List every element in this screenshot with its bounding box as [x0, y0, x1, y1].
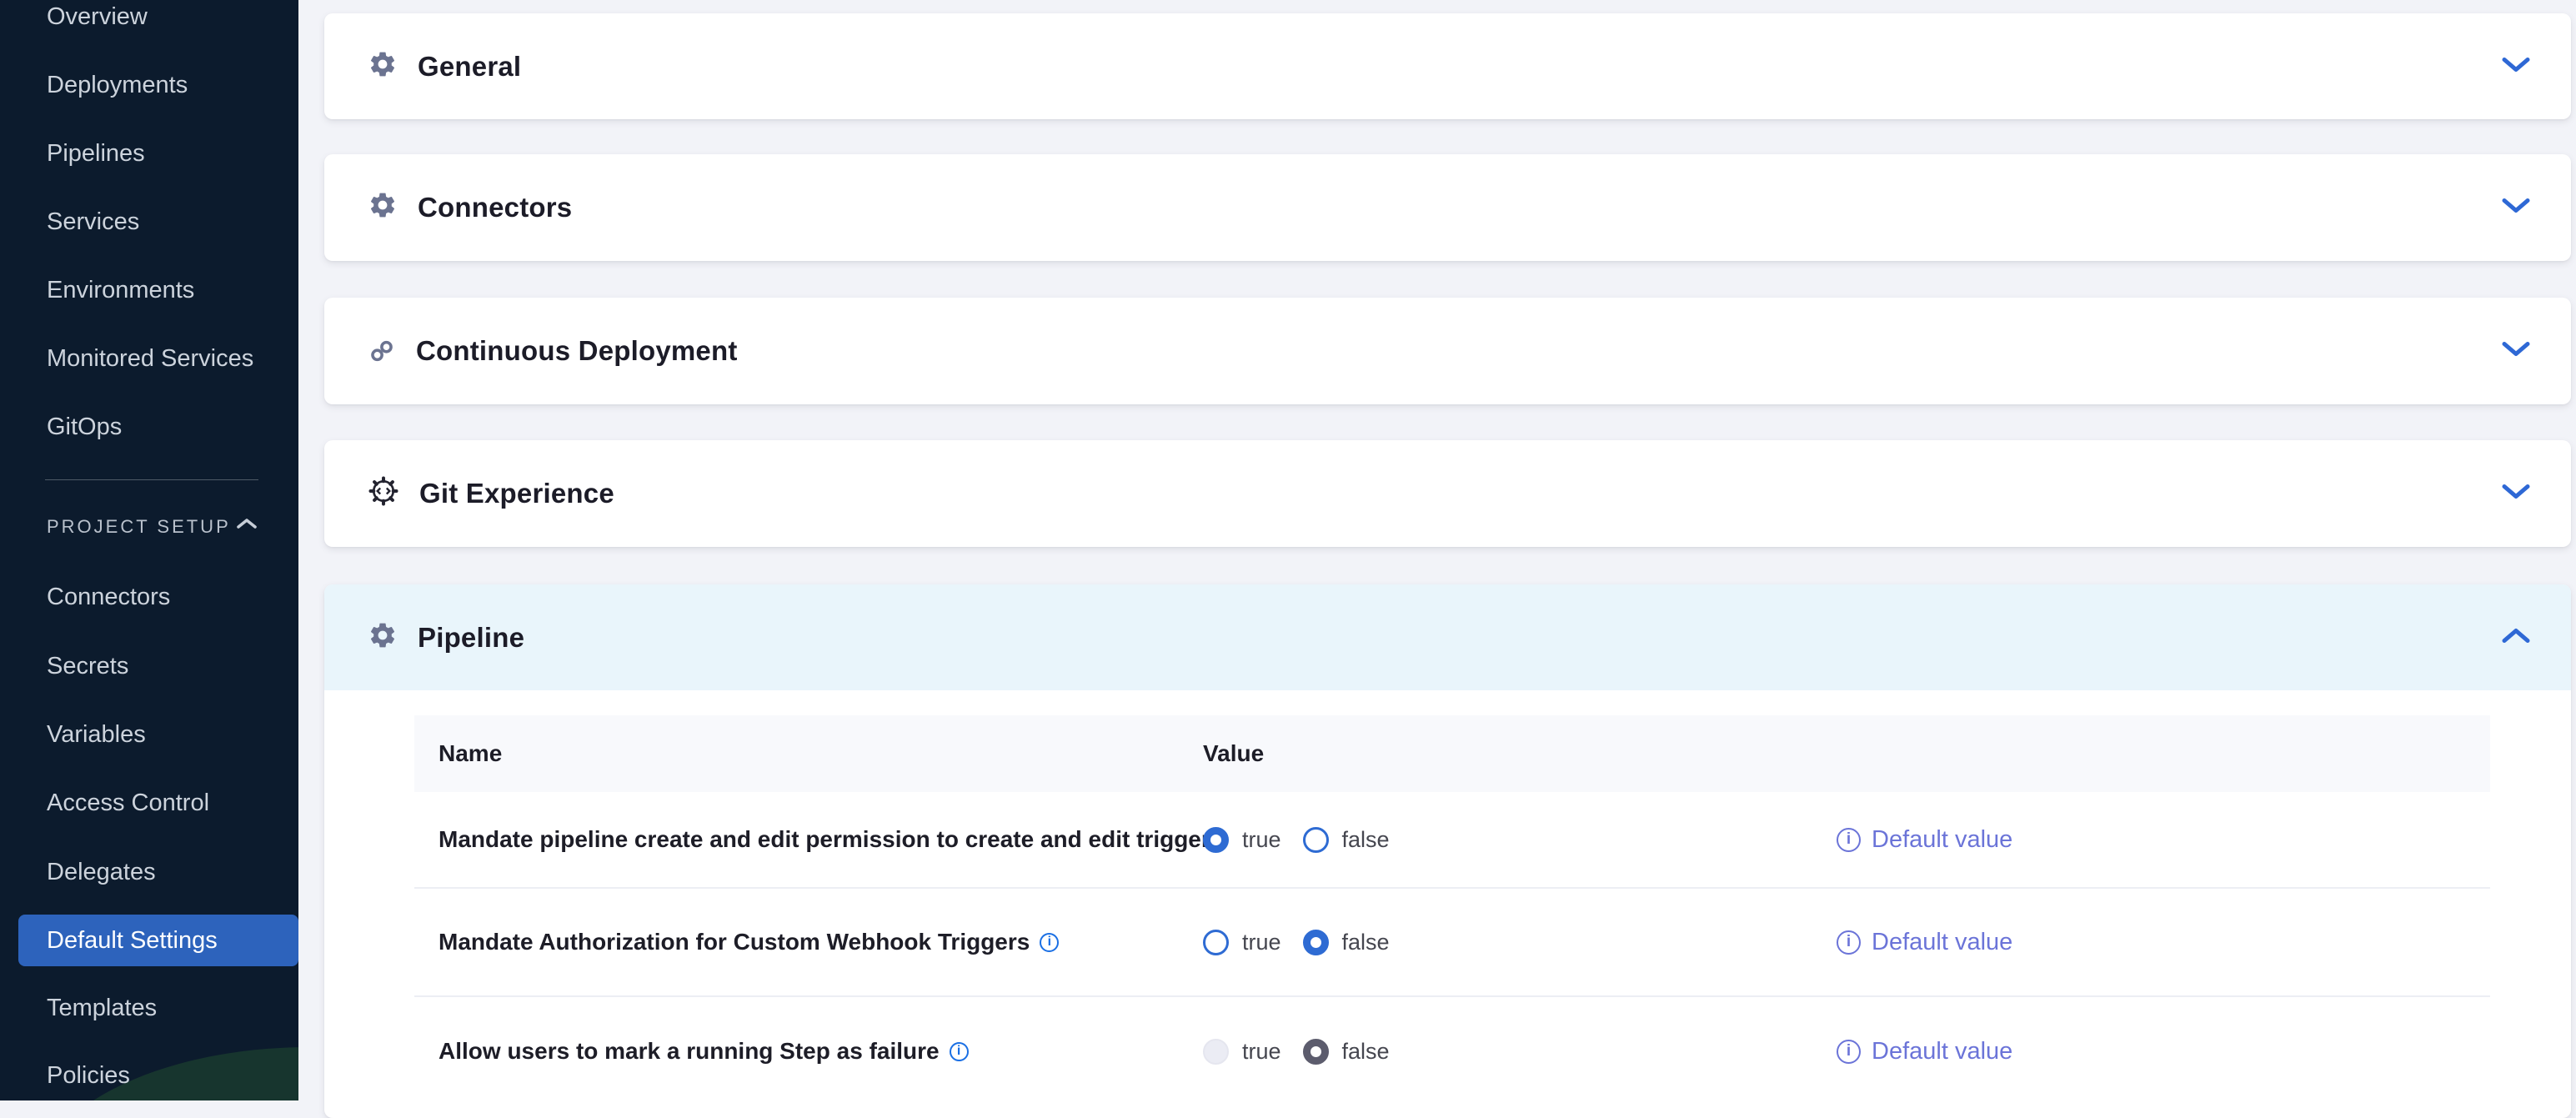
default-value-label: Default value — [1872, 826, 2012, 854]
radio-true-selected[interactable] — [1203, 827, 1229, 853]
sidebar-item-variables[interactable]: Variables — [47, 720, 146, 749]
info-icon[interactable]: i — [950, 1042, 969, 1061]
sidebar-item-environments[interactable]: Environments — [47, 276, 194, 304]
section-title: Continuous Deployment — [416, 335, 738, 367]
sidebar-item-connectors[interactable]: Connectors — [47, 583, 170, 611]
chevron-up-icon[interactable] — [236, 517, 258, 534]
radio-option-false-disabled: false — [1303, 1039, 1390, 1065]
radio-label: false — [1342, 827, 1390, 853]
default-value-label: Default value — [1872, 1038, 2012, 1065]
pipeline-settings-table: Name Value Mandate pipeline create and e… — [414, 715, 2490, 1105]
radio-false-selected-disabled — [1303, 1039, 1329, 1065]
radio-option-false[interactable]: false — [1303, 827, 1390, 853]
section-title: Connectors — [418, 192, 572, 223]
chevron-down-icon[interactable] — [2501, 55, 2531, 78]
sidebar-item-pipelines[interactable]: Pipelines — [47, 139, 145, 168]
column-header-value: Value — [1203, 740, 1837, 767]
default-value-label: Default value — [1872, 929, 2012, 956]
section-card-continuous-deployment: Continuous Deployment — [324, 298, 2571, 404]
default-value-link[interactable]: i Default value — [1837, 1038, 2490, 1065]
radio-option-true-disabled: true — [1203, 1039, 1281, 1065]
sidebar-divider — [45, 479, 258, 480]
sidebar-item-secrets[interactable]: Secrets — [47, 652, 128, 680]
table-row: Mandate Authorization for Custom Webhook… — [414, 889, 2490, 997]
table-row: Mandate pipeline create and edit permiss… — [414, 792, 2490, 889]
gear-icon — [368, 49, 398, 83]
radio-label: true — [1242, 1039, 1281, 1065]
default-value-link[interactable]: i Default value — [1837, 929, 2490, 956]
chevron-down-icon[interactable] — [2501, 339, 2531, 362]
sidebar-item-access-control[interactable]: Access Control — [47, 789, 209, 817]
radio-option-true[interactable]: true — [1203, 827, 1281, 853]
section-header-general[interactable]: General — [324, 13, 2571, 119]
sidebar: Overview Deployments Pipelines Services … — [0, 0, 298, 1100]
info-icon[interactable]: i — [1040, 933, 1059, 952]
chevron-up-icon[interactable] — [2501, 626, 2531, 649]
section-card-connectors: Connectors — [324, 154, 2571, 261]
info-icon: i — [1837, 930, 1861, 955]
section-header-pipeline[interactable]: Pipeline — [324, 584, 2571, 690]
radio-true-disabled — [1203, 1039, 1229, 1065]
section-title: General — [418, 51, 521, 83]
section-card-pipeline: Pipeline Name Value Mandate pipeline cre… — [324, 584, 2571, 1118]
sidebar-item-gitops[interactable]: GitOps — [47, 413, 122, 441]
radio-group: true false — [1203, 827, 1837, 853]
radio-option-true[interactable]: true — [1203, 930, 1281, 955]
table-header-row: Name Value — [414, 715, 2490, 792]
info-icon: i — [1837, 828, 1861, 852]
radio-true-unselected[interactable] — [1203, 930, 1229, 955]
gear-icon — [368, 190, 398, 224]
radio-option-false[interactable]: false — [1303, 930, 1390, 955]
radio-false-selected[interactable] — [1303, 930, 1329, 955]
default-value-link[interactable]: i Default value — [1837, 826, 2490, 854]
section-card-git-experience: Git Experience — [324, 440, 2571, 547]
setting-label: Allow users to mark a running Step as fa… — [414, 1038, 1203, 1065]
radio-group-disabled: true false — [1203, 1039, 1837, 1065]
project-setup-label[interactable]: PROJECT SETUP — [47, 514, 231, 540]
info-icon: i — [1837, 1040, 1861, 1064]
section-header-continuous-deployment[interactable]: Continuous Deployment — [324, 298, 2571, 404]
sidebar-item-delegates[interactable]: Delegates — [47, 858, 156, 886]
settings-panel: General Connectors Continuous Deploy — [298, 0, 2576, 1100]
section-header-git-experience[interactable]: Git Experience — [324, 440, 2571, 546]
section-card-general: General — [324, 13, 2571, 119]
radio-label: true — [1242, 930, 1281, 955]
chevron-down-icon[interactable] — [2501, 482, 2531, 504]
radio-label: false — [1342, 930, 1390, 955]
setting-label: Mandate pipeline create and edit permiss… — [414, 826, 1203, 853]
gear-code-icon — [368, 475, 399, 511]
sidebar-item-services[interactable]: Services — [47, 208, 139, 236]
sidebar-item-default-settings-selected[interactable]: Default Settings — [18, 915, 298, 966]
column-header-name: Name — [414, 740, 1203, 767]
sidebar-item-policies[interactable]: Policies — [47, 1061, 130, 1090]
section-header-connectors[interactable]: Connectors — [324, 154, 2571, 260]
sidebar-item-monitored-services[interactable]: Monitored Services — [47, 344, 253, 373]
radio-label: true — [1242, 827, 1281, 853]
section-title: Git Experience — [419, 478, 614, 509]
table-row: Allow users to mark a running Step as fa… — [414, 997, 2490, 1105]
sidebar-item-deployments[interactable]: Deployments — [47, 71, 188, 99]
sidebar-item-templates[interactable]: Templates — [47, 994, 157, 1022]
section-title: Pipeline — [418, 622, 524, 654]
radio-false-unselected[interactable] — [1303, 827, 1329, 853]
setting-label: Mandate Authorization for Custom Webhook… — [414, 929, 1203, 955]
gear-icon — [368, 620, 398, 654]
sidebar-item-overview[interactable]: Overview — [47, 3, 148, 31]
chevron-down-icon[interactable] — [2501, 196, 2531, 218]
radio-group: true false — [1203, 930, 1837, 955]
link-icon — [368, 338, 396, 368]
radio-label: false — [1342, 1039, 1390, 1065]
